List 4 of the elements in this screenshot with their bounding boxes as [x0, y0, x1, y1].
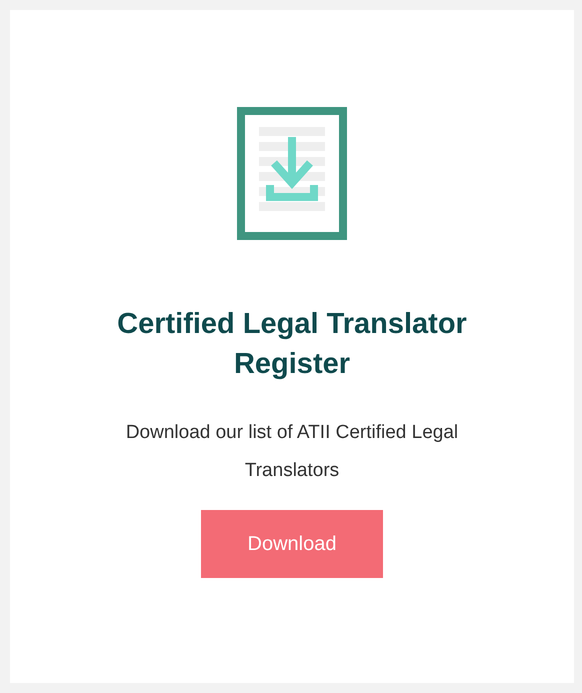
card-description: Download our list of ATII Certified Legal Translators: [124, 421, 460, 483]
document-download-icon: [237, 107, 347, 240]
download-button[interactable]: Download: [201, 510, 383, 578]
card-title: Certified Legal Translator Register: [116, 307, 468, 382]
